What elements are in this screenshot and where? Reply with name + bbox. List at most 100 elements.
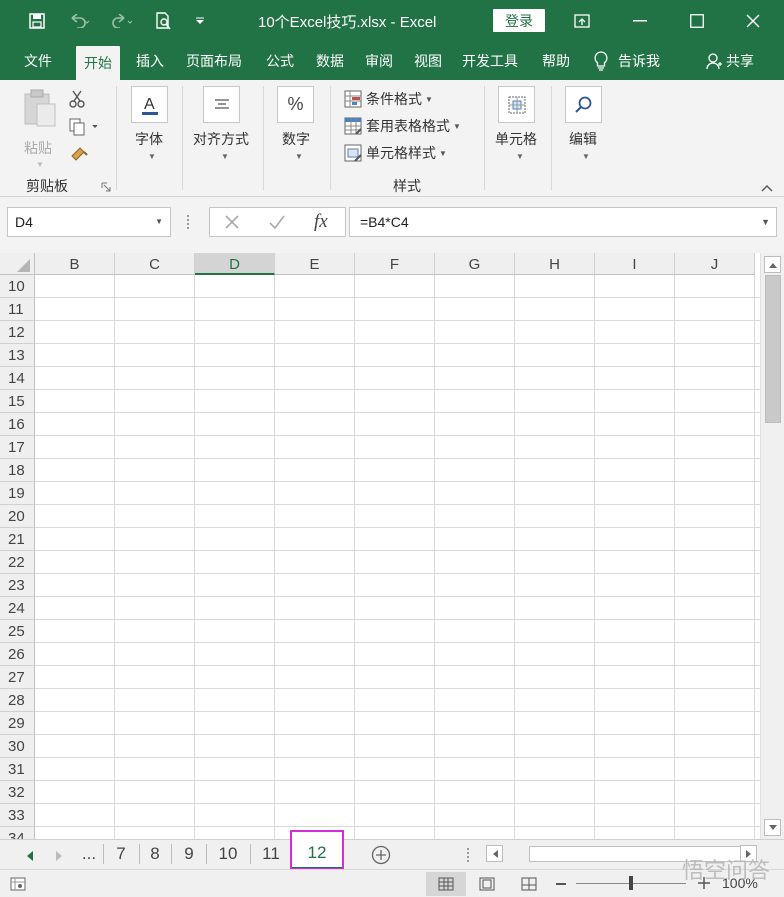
check-icon[interactable] [268,214,286,233]
prev-sheet-icon[interactable] [27,849,33,864]
print-preview-icon[interactable] [152,0,176,42]
worksheet-grid[interactable]: B C D E F G H I J 10 11 12 13 14 15 16 17 18 19 20 21 22 23 24 2… [0,253,760,839]
collapse-ribbon-icon[interactable] [761,180,773,195]
row-header-32[interactable]: 32 [0,781,35,804]
insert-function-icon[interactable]: fx [314,211,328,233]
redo-icon[interactable] [106,0,140,42]
column-header-j[interactable]: J [675,253,755,275]
column-header-h[interactable]: H [515,253,595,275]
scroll-thumb[interactable] [765,275,781,423]
number-button[interactable]: % [277,86,314,123]
row-header-30[interactable]: 30 [0,735,35,758]
tab-data[interactable]: 数据 [316,42,344,80]
share-button[interactable]: 共享 [706,42,754,80]
row-header-23[interactable]: 23 [0,574,35,597]
row-header-19[interactable]: 19 [0,482,35,505]
row-header-33[interactable]: 33 [0,804,35,827]
tell-me[interactable]: 告诉我 [594,42,660,80]
row-header-14[interactable]: 14 [0,367,35,390]
vertical-scrollbar[interactable] [760,253,784,839]
column-header-f[interactable]: F [355,253,435,275]
row-header-18[interactable]: 18 [0,459,35,482]
copy-icon[interactable] [69,118,98,139]
formula-bar-grip-icon[interactable] [187,215,190,229]
row-header-26[interactable]: 26 [0,643,35,666]
scroll-down-button[interactable] [764,819,781,836]
column-header-e[interactable]: E [275,253,355,275]
select-all-corner[interactable] [0,253,35,275]
formula-input[interactable]: =B4*C4 ▼ [349,207,777,237]
normal-view-button[interactable] [426,872,466,896]
tab-insert[interactable]: 插入 [136,42,164,80]
row-header-34[interactable]: 34 [0,827,35,839]
row-header-29[interactable]: 29 [0,712,35,735]
add-sheet-icon[interactable] [371,845,391,868]
maximize-icon[interactable] [685,0,709,42]
row-header-11[interactable]: 11 [0,298,35,321]
undo-icon[interactable] [62,0,96,42]
paste-button[interactable]: 粘贴 ▼ [20,88,58,169]
ribbon-display-icon[interactable] [570,0,594,42]
column-header-i[interactable]: I [595,253,675,275]
conditional-format-button[interactable]: 条件格式 ▼ [344,89,433,109]
row-header-17[interactable]: 17 [0,436,35,459]
cells-button[interactable] [498,86,535,123]
scroll-up-button[interactable] [764,256,781,273]
page-layout-view-button[interactable] [467,872,507,896]
row-header-21[interactable]: 21 [0,528,35,551]
tab-developer[interactable]: 开发工具 [462,42,518,80]
sheet-tabs-ellipsis[interactable]: ... [76,840,102,868]
row-header-31[interactable]: 31 [0,758,35,781]
row-header-10[interactable]: 10 [0,275,35,298]
save-icon[interactable] [26,0,48,42]
format-painter-icon[interactable] [70,146,88,165]
sheet-tab-10[interactable]: 10 [209,840,247,868]
row-header-13[interactable]: 13 [0,344,35,367]
login-button[interactable]: 登录 [493,9,545,32]
close-icon[interactable] [741,0,765,42]
row-header-12[interactable]: 12 [0,321,35,344]
table-format-button[interactable]: 套用表格格式 ▼ [344,116,461,136]
sheet-tab-9[interactable]: 9 [174,840,204,868]
column-header-c[interactable]: C [115,253,195,275]
zoom-slider-thumb[interactable] [629,876,633,890]
sheet-tab-8[interactable]: 8 [141,840,169,868]
tab-home[interactable]: 开始 [76,46,120,80]
sheet-tab-11[interactable]: 11 [253,840,289,868]
tab-formulas[interactable]: 公式 [266,42,294,80]
cut-icon[interactable] [68,90,86,111]
tab-view[interactable]: 视图 [414,42,442,80]
macro-record-icon[interactable] [10,877,26,894]
column-header-b[interactable]: B [35,253,115,275]
next-sheet-icon[interactable] [56,849,62,864]
sheet-tab-12-active[interactable]: 12 [290,830,344,870]
column-header-g[interactable]: G [435,253,515,275]
scroll-left-button[interactable] [486,845,503,862]
customize-toolbar-icon[interactable] [192,0,208,42]
alignment-button[interactable] [203,86,240,123]
sheet-tab-7[interactable]: 7 [106,840,136,868]
dialog-launcher-icon[interactable] [101,180,111,195]
font-button[interactable]: A [131,86,168,123]
row-header-24[interactable]: 24 [0,597,35,620]
row-header-16[interactable]: 16 [0,413,35,436]
editing-button[interactable] [565,86,602,123]
tab-split-grip-icon[interactable] [467,848,470,862]
chevron-down-icon[interactable]: ▼ [155,217,163,226]
minimize-icon[interactable] [628,0,652,42]
row-header-25[interactable]: 25 [0,620,35,643]
page-break-view-button[interactable] [509,872,549,896]
zoom-slider[interactable] [576,876,686,890]
name-box[interactable]: D4 ▼ [7,207,171,237]
row-header-28[interactable]: 28 [0,689,35,712]
tab-review[interactable]: 审阅 [365,42,393,80]
cell-style-button[interactable]: 单元格样式 ▼ [344,143,447,163]
row-header-22[interactable]: 22 [0,551,35,574]
column-header-d[interactable]: D [195,253,275,275]
tab-file[interactable]: 文件 [24,42,52,80]
expand-formula-icon[interactable]: ▼ [761,217,770,227]
row-header-15[interactable]: 15 [0,390,35,413]
tab-page-layout[interactable]: 页面布局 [186,42,242,80]
zoom-out-icon[interactable] [556,883,566,885]
tab-help[interactable]: 帮助 [542,42,570,80]
